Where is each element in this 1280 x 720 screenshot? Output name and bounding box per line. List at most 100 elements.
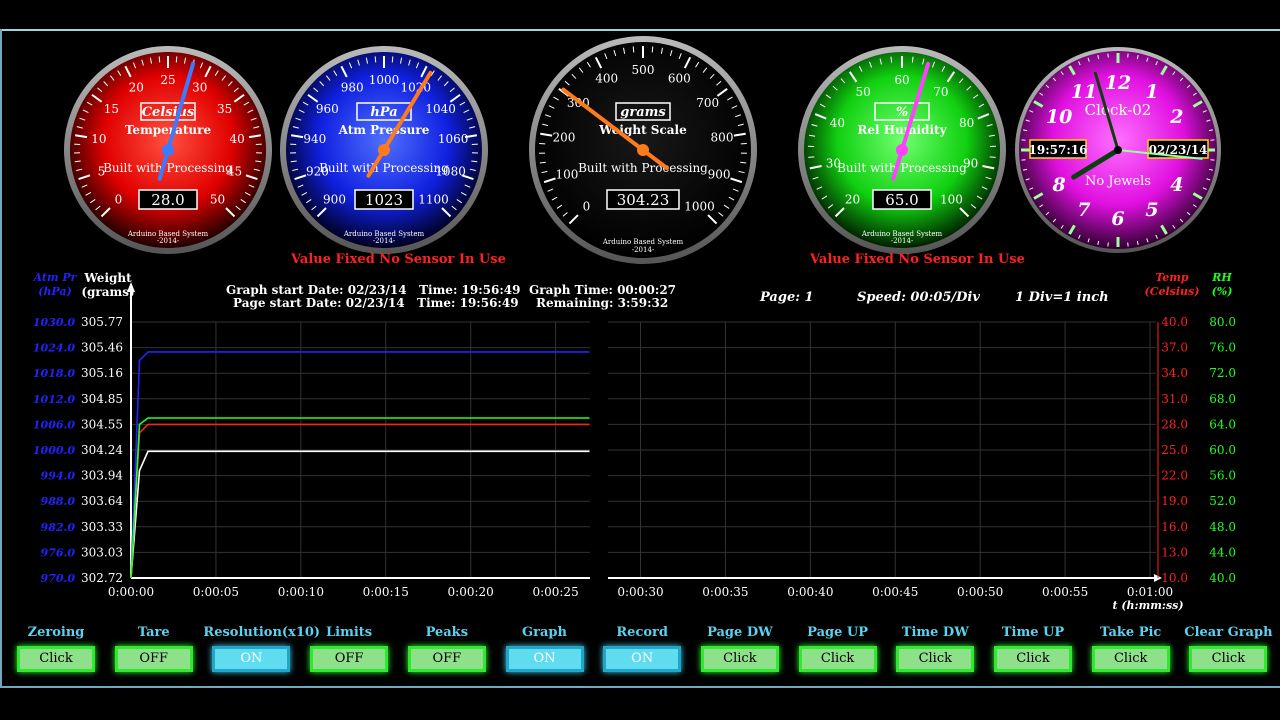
gauge-hub: [637, 144, 649, 156]
series-line-atm-pr: [130, 351, 590, 579]
gauge-built-text: Built with Processing: [103, 161, 233, 175]
gauge-tick-label: 500: [632, 63, 655, 77]
gauge-year: -2014-: [157, 237, 180, 245]
gauge-built-text: Built with Processing: [837, 161, 967, 175]
resolution-x10-button[interactable]: ON: [212, 646, 291, 672]
zeroing-button[interactable]: Click: [17, 646, 95, 672]
time-dw-button[interactable]: Click: [896, 646, 975, 672]
weight-tick-label: 303.03: [81, 545, 123, 559]
rh-tick-label: 60.0: [1209, 443, 1236, 457]
page-up-button[interactable]: Click: [798, 646, 877, 672]
rh-tick-label: 64.0: [1209, 417, 1236, 431]
gauge-minor-tick: [391, 56, 394, 63]
weight-tick-label: 305.77: [81, 315, 123, 329]
gauge-built-text: Built with Processing: [578, 161, 708, 175]
gauge-readout: 28.0: [151, 191, 184, 209]
series-line-rh: [130, 417, 590, 579]
gauge-tick-label: 15: [104, 102, 119, 116]
limits-button[interactable]: OFF: [310, 646, 389, 672]
gauge-tick-label: 900: [323, 192, 346, 206]
gauge-tick-label: 10: [91, 132, 106, 146]
temp-tick-label: 13.0: [1161, 545, 1188, 559]
time-tick-label: 0:01:00: [1127, 585, 1173, 599]
control-label-time-dw: Time DW: [901, 625, 969, 640]
gauge-tick-label: 600: [668, 72, 691, 86]
time-up-button[interactable]: Click: [994, 646, 1072, 672]
gauge-minor-tick: [175, 56, 178, 63]
rh-tick-label: 72.0: [1209, 366, 1236, 380]
gauge-minor-tick: [374, 56, 377, 63]
peaks-button[interactable]: OFF: [407, 646, 486, 672]
control-label-resolution-x10: Resolution(x10): [203, 625, 321, 640]
gauge-tick-label: 70: [933, 85, 948, 99]
gauge-tick-label: 40: [830, 116, 845, 130]
gauge-footer: Arduino Based System: [602, 238, 684, 246]
gauge-minor-tick: [890, 56, 893, 63]
gauge-year: -2014-: [373, 237, 396, 245]
control-label-take-pic: Take Pic: [1100, 625, 1162, 640]
gauge-hub: [162, 144, 174, 156]
temp-tick-label: 16.0: [1161, 520, 1188, 534]
gauge-year: -2014-: [632, 246, 655, 254]
time-tick-label: 0:00:15: [363, 585, 409, 599]
record-button[interactable]: ON: [603, 646, 682, 672]
atm-tick-label: 976.0: [41, 546, 76, 559]
temp-tick-label: 40.0: [1161, 315, 1188, 329]
gauge-name: Rel Humidity: [857, 123, 947, 137]
series-line-weight: [130, 450, 590, 579]
data-graph: 970.0 302.72 10.0 40.0 976.0 303.03 13.0 44.0 98…: [33, 282, 1236, 612]
bottom-border: [0, 686, 1280, 688]
pressure-warning: Value Fixed No Sensor In Use: [291, 252, 506, 267]
gauge-tick-label: 940: [303, 132, 326, 146]
control-label-page-up: Page UP: [807, 625, 869, 640]
time-tick-label: 0:00:50: [957, 585, 1003, 599]
gauge-tick-label: 1100: [418, 192, 449, 206]
control-label-graph: Graph: [522, 625, 567, 640]
clock-number: 4: [1170, 174, 1183, 196]
time-tick-label: 0:00:05: [193, 585, 239, 599]
clock: 121234567891011Clock-0219:57:1602/23/14N…: [1015, 47, 1221, 253]
time-tick-label: 0:00:00: [108, 585, 154, 599]
gauge-readout: 65.0: [885, 191, 918, 209]
weight-tick-label: 303.94: [81, 469, 123, 483]
page-dw-button[interactable]: Click: [700, 646, 779, 672]
rh-tick-label: 52.0: [1209, 494, 1236, 508]
gauge-tick-label: 200: [553, 130, 576, 144]
atm-tick-label: 982.0: [41, 521, 76, 534]
graph-button[interactable]: ON: [505, 646, 584, 672]
gauge-unit-label: hPa: [370, 105, 397, 120]
gauge-tick-label: 40: [229, 132, 244, 146]
temp-tick-label: 22.0: [1161, 469, 1188, 483]
gauge-minor-tick: [632, 46, 635, 53]
gauge-minor-tick: [911, 56, 914, 63]
atm-tick-label: 988.0: [41, 495, 76, 508]
clock-number: 2: [1169, 106, 1183, 128]
clear-graph-button[interactable]: Click: [1189, 646, 1268, 672]
gauge-tick-label: 0: [583, 200, 591, 214]
weight-tick-label: 303.64: [81, 494, 123, 508]
take-pic-button[interactable]: Click: [1091, 646, 1170, 672]
tare-button[interactable]: OFF: [114, 646, 193, 672]
temp-tick-label: 37.0: [1161, 341, 1188, 355]
control-label-record: Record: [616, 625, 668, 640]
clock-number: 12: [1105, 72, 1131, 94]
weight-tick-label: 304.55: [81, 417, 123, 431]
gauge-tick-label: 25: [160, 73, 175, 87]
control-label-zeroing: Zeroing: [27, 625, 85, 640]
time-tick-label: 0:00:30: [617, 585, 663, 599]
time-tick-label: 0:00:45: [872, 585, 918, 599]
control-label-peaks: Peaks: [425, 625, 469, 640]
clock-number: 5: [1145, 199, 1158, 221]
weight-tick-label: 303.33: [81, 520, 123, 534]
gauge-panel: 05101520253035404550CelsiusTemperatureBu…: [64, 36, 1221, 264]
gauge-hub: [896, 144, 908, 156]
rh-tick-label: 56.0: [1209, 469, 1236, 483]
atm-tick-label: 1018.0: [33, 367, 75, 380]
atm-tick-label: 1000.0: [33, 444, 75, 457]
temp-tick-label: 31.0: [1161, 392, 1188, 406]
gauge-readout: 1023: [365, 191, 403, 209]
atm-tick-label: 994.0: [41, 470, 76, 483]
gauge-tick-label: 0: [115, 192, 123, 206]
clock-number: 1: [1145, 81, 1158, 103]
gauge-name: Atm Pressure: [338, 123, 430, 137]
